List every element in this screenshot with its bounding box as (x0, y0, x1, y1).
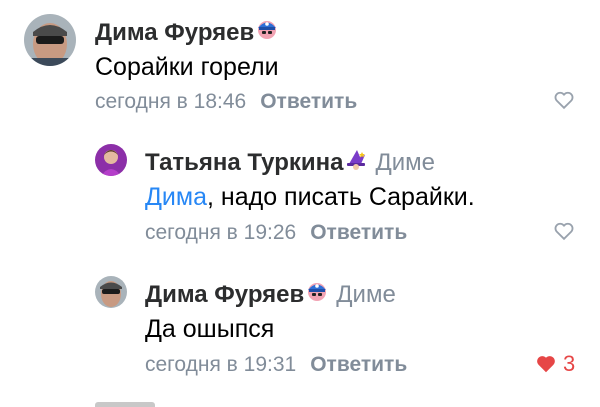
witch-badge-icon (345, 148, 367, 178)
user-photo-icon (24, 14, 76, 66)
reply-to-label[interactable]: Диме (375, 148, 435, 178)
author-name[interactable]: Дима Фуряев (145, 280, 304, 310)
author-name[interactable]: Дима Фуряев (95, 18, 254, 48)
avatar[interactable] (24, 14, 76, 66)
author-name[interactable]: Татьяна Туркина (145, 148, 343, 178)
like-button[interactable]: 3 (535, 351, 575, 377)
reply-button[interactable]: Ответить (310, 353, 407, 376)
cap-badge-icon (256, 18, 278, 48)
comment-text: Дима, надо писать Сарайки. (145, 181, 475, 213)
comment-text: Сорайки горели (95, 53, 279, 81)
avatar[interactable] (95, 144, 127, 176)
comment-text: Да ошыпся (145, 315, 275, 343)
timestamp: сегодня в 18:46 (95, 90, 247, 113)
user-photo-icon (95, 276, 127, 308)
reply-button[interactable]: Ответить (260, 90, 357, 113)
heart-filled-icon (537, 356, 555, 373)
user-photo-icon (95, 144, 127, 176)
like-count: 3 (563, 351, 576, 376)
like-button[interactable] (553, 89, 575, 111)
comment-reply: Татьяна Туркина Диме Дима, надо писать С… (0, 130, 600, 255)
next-comment-avatar (95, 402, 155, 407)
reply-button[interactable]: Ответить (310, 221, 407, 244)
timestamp: сегодня в 19:26 (145, 221, 297, 244)
reply-to-label[interactable]: Диме (336, 280, 396, 310)
comment-text-body: , надо писать Сарайки. (207, 183, 475, 211)
avatar[interactable] (95, 276, 127, 308)
like-button[interactable] (553, 220, 575, 242)
comment-thread: Дима Фуряев Сорайки горели сегодня в 18:… (0, 0, 600, 407)
heart-outline-icon (554, 222, 574, 241)
comment: Дима Фуряев Сорайки горели сегодня в 18:… (0, 0, 600, 120)
cap-badge-icon (306, 280, 328, 310)
heart-outline-icon (554, 91, 574, 110)
timestamp: сегодня в 19:31 (145, 353, 297, 376)
mention-link[interactable]: Дима (145, 183, 207, 211)
comment-reply: Дима Фуряев Диме Да ошыпся сегодня в 19:… (0, 262, 600, 387)
